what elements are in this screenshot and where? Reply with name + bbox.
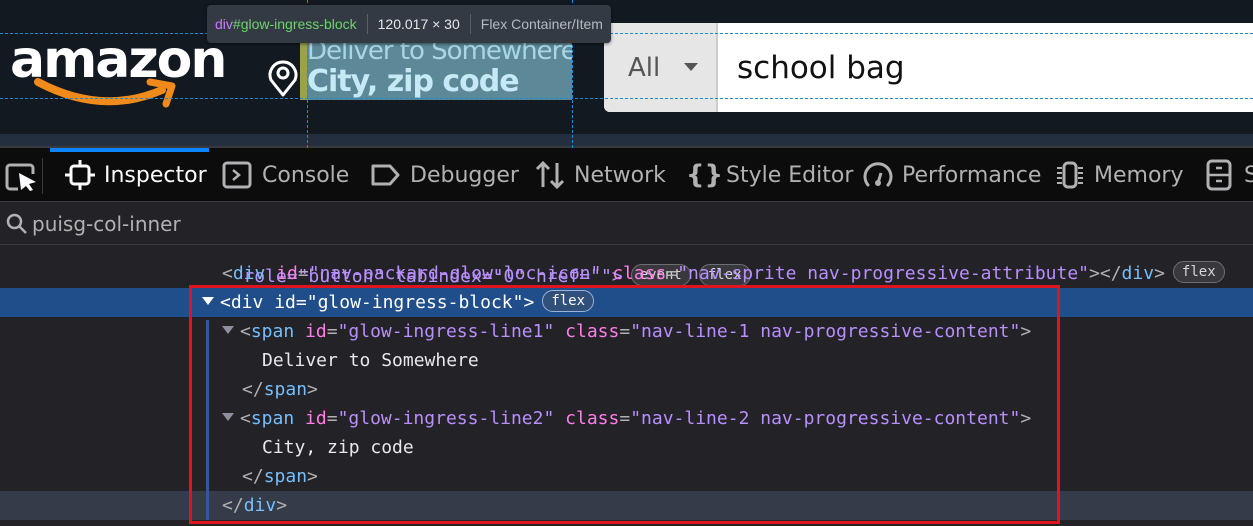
- flex-badge[interactable]: flex: [542, 290, 595, 312]
- delivery-location-block[interactable]: Deliver to Somewhere City, zip code: [300, 42, 572, 100]
- storage-icon: [1206, 159, 1232, 191]
- tab-style-editor[interactable]: {} Style Editor: [686, 148, 853, 202]
- console-icon: [222, 161, 252, 189]
- search-category-label: All: [628, 53, 661, 83]
- deliver-to-label: Deliver to Somewhere: [307, 42, 572, 66]
- tab-label: Memory: [1094, 162, 1184, 188]
- infobar-dimensions: 120.017 × 30: [377, 16, 460, 32]
- attr-value: "glow-ingress-line1": [337, 321, 555, 342]
- markup-row-hover[interactable]: </div>: [0, 491, 1253, 520]
- element-picker-icon[interactable]: [4, 162, 40, 192]
- attr-value: "glow-ingress-block": [306, 292, 524, 313]
- flex-badge[interactable]: flex: [1172, 261, 1225, 283]
- attr-name: id: [305, 408, 327, 429]
- tab-storage[interactable]: S: [1204, 148, 1253, 202]
- tag-name: span: [263, 466, 308, 487]
- highlighter-infobar: div #glow-ingress-block 120.017 × 30 Flex…: [207, 5, 611, 43]
- element-content-highlight: Deliver to Somewhere City, zip code: [307, 42, 572, 100]
- guide-line-top: [0, 33, 1253, 34]
- indent-guide-line: [206, 320, 209, 520]
- markup-row[interactable]: <div id="nav-packard-glow-loc-icon" clas…: [0, 259, 1253, 288]
- chevron-down-icon: [684, 63, 698, 71]
- tag-name: span: [263, 379, 308, 400]
- expand-twisty-icon[interactable]: [222, 326, 234, 334]
- attr-name: id: [305, 321, 327, 342]
- tag-name: div: [243, 495, 277, 516]
- network-icon: [535, 160, 565, 190]
- tab-performance[interactable]: Performance: [862, 148, 1041, 202]
- markup-search-input[interactable]: [32, 209, 632, 239]
- subnav-strip: [0, 134, 1253, 146]
- markup-row[interactable]: </span>: [0, 462, 1253, 491]
- expand-twisty-icon[interactable]: [202, 297, 214, 305]
- attr-name: class: [565, 408, 620, 429]
- location-value: City, zip code: [307, 64, 520, 99]
- web-page-header: amazon Deliver to Somewhere City, zip co…: [0, 0, 1253, 148]
- infobar-separator: [366, 14, 368, 34]
- expand-twisty-icon[interactable]: [222, 413, 234, 421]
- tag-name: span: [250, 408, 295, 429]
- attr-value: "glow-ingress-line2": [337, 408, 555, 429]
- tab-label: Performance: [902, 162, 1042, 188]
- logo-smile-icon: [34, 78, 176, 108]
- tab-memory[interactable]: Memory: [1054, 148, 1183, 202]
- location-pin-icon: [268, 60, 298, 97]
- markup-view: role="button" tabindex="0" href=""> event…: [0, 246, 1253, 526]
- tag-name: span: [250, 321, 295, 342]
- attr-value: "nav-sprite nav-progressive-attribute": [677, 263, 1090, 284]
- attr-value: "nav-line-1 nav-progressive-content": [630, 321, 1021, 342]
- style-editor-icon: {}: [686, 160, 724, 190]
- memory-icon: [1057, 161, 1083, 189]
- attr-name: id: [274, 292, 296, 313]
- text-node: City, zip code: [262, 437, 414, 458]
- tag-name: div: [230, 292, 264, 313]
- tab-label: Network: [574, 162, 666, 188]
- tab-label: S: [1244, 162, 1253, 188]
- infobar-kind: Flex Container/Item: [480, 16, 603, 32]
- attr-value: "nav-line-2 nav-progressive-content": [630, 408, 1021, 429]
- markup-row[interactable]: </span>: [0, 375, 1253, 404]
- infobar-separator: [469, 14, 471, 34]
- markup-row-selected[interactable]: <div id="glow-ingress-block"> flex: [0, 288, 1253, 317]
- markup-row-text[interactable]: City, zip code: [0, 433, 1253, 462]
- tag-name: div: [1121, 263, 1155, 284]
- infobar-tag: div: [215, 16, 233, 32]
- inspector-icon: [65, 160, 95, 190]
- tab-label: Debugger: [410, 162, 519, 188]
- tab-label: Style Editor: [726, 162, 854, 188]
- tab-debugger[interactable]: Debugger: [370, 148, 519, 202]
- markup-row-text[interactable]: Deliver to Somewhere: [0, 346, 1253, 375]
- tab-label: Inspector: [104, 162, 207, 188]
- markup-search-bar: [0, 203, 1253, 245]
- toolbar-separator: [42, 158, 43, 194]
- markup-row[interactable]: <span id="glow-ingress-line1" class="nav…: [0, 317, 1253, 346]
- text-node: Deliver to Somewhere: [262, 350, 479, 371]
- debugger-icon: [371, 164, 400, 186]
- tab-network[interactable]: Network: [534, 148, 666, 202]
- markup-row[interactable]: <span id="glow-ingress-line2" class="nav…: [0, 404, 1253, 433]
- search-icon: [6, 213, 27, 234]
- attr-name: class: [565, 321, 620, 342]
- flex-margin-highlight: [300, 42, 307, 100]
- performance-icon: [863, 162, 893, 187]
- attr-name: id: [276, 263, 298, 284]
- infobar-id: #glow-ingress-block: [232, 16, 357, 32]
- attr-value: "nav-packard-glow-loc-icon": [308, 263, 602, 284]
- tab-inspector[interactable]: Inspector: [64, 148, 207, 202]
- attr-name: class: [612, 263, 667, 284]
- tab-label: Console: [262, 162, 350, 188]
- tab-console[interactable]: Console: [222, 148, 349, 202]
- tag-name: div: [232, 263, 266, 284]
- devtools-toolbar: Inspector Console Debugger Network {} St…: [0, 148, 1253, 202]
- amazon-logo[interactable]: amazon: [10, 30, 230, 115]
- guide-line-bottom: [0, 98, 1253, 99]
